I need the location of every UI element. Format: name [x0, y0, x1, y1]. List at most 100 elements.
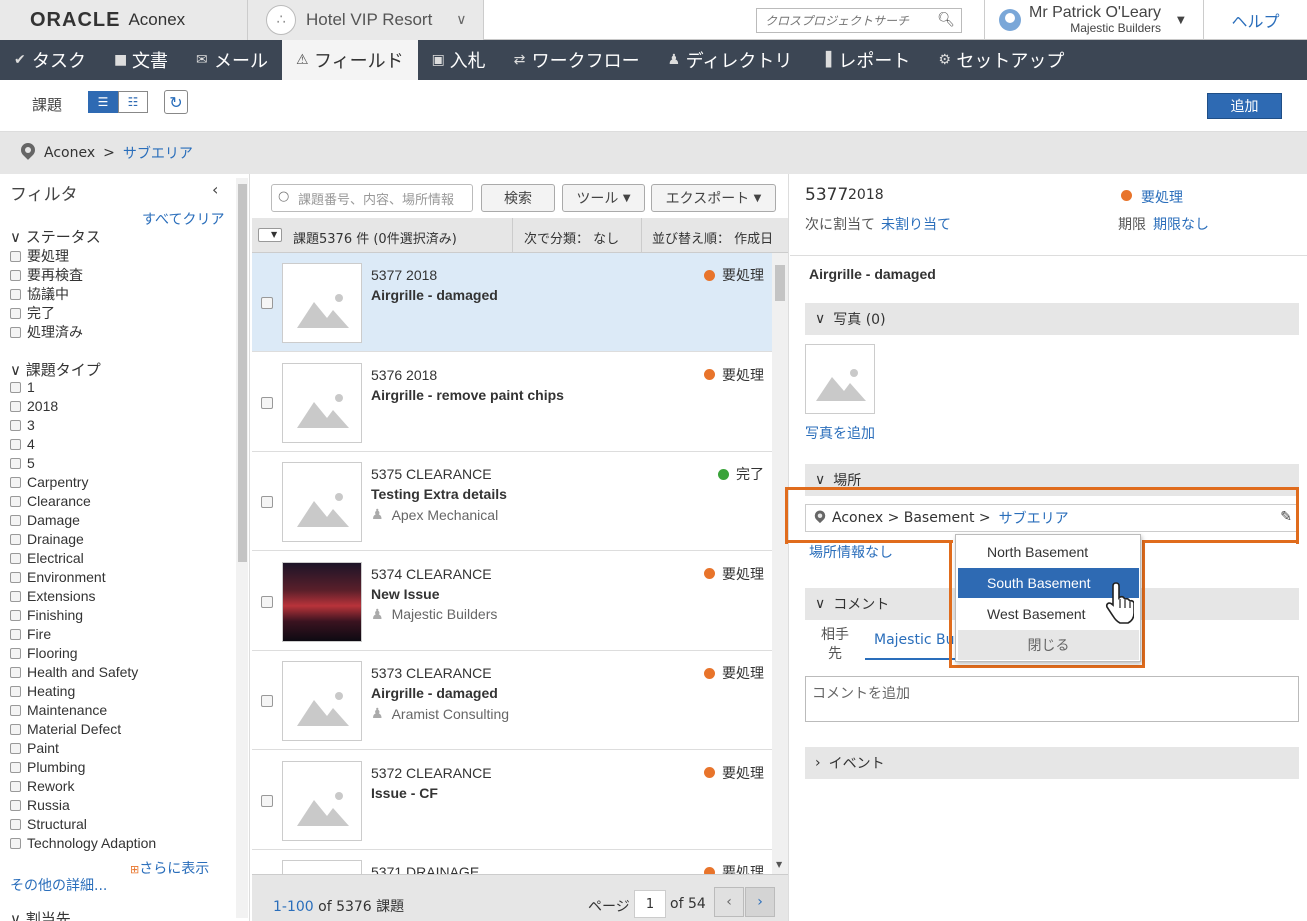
group-by[interactable]: 次で分類： なし — [524, 228, 619, 247]
type-filter-item[interactable]: Fire — [10, 626, 51, 642]
filter-checkbox[interactable] — [10, 742, 21, 754]
nav-mail[interactable]: ✉ メール — [182, 40, 282, 80]
events-section[interactable]: › イベント — [805, 747, 1299, 779]
help-link[interactable]: ヘルプ — [1203, 0, 1307, 40]
status-filter-item[interactable]: 要再検査 — [10, 265, 83, 285]
type-filter-item[interactable]: Technology Adaption — [10, 835, 156, 851]
photo-placeholder[interactable] — [805, 344, 875, 414]
sort-by[interactable]: 並び替え順： 作成日 — [652, 228, 773, 247]
filter-checkbox[interactable] — [10, 250, 21, 262]
comment-textarea[interactable]: コメントを追加 — [805, 676, 1299, 722]
clear-all-link[interactable]: すべてクリア — [142, 209, 224, 229]
issue-row[interactable]: 5377 2018 Airgrille - damaged 要処理 — [252, 253, 772, 352]
status-filter-item[interactable]: 完了 — [10, 303, 55, 323]
filter-checkbox[interactable] — [10, 552, 21, 564]
dropdown-option-north[interactable]: North Basement — [958, 537, 1139, 567]
filter-checkbox[interactable] — [10, 799, 21, 811]
type-filter-item[interactable]: Paint — [10, 740, 59, 756]
filter-checkbox[interactable] — [10, 419, 21, 431]
type-filter-item[interactable]: Finishing — [10, 607, 83, 623]
filter-scrollbar[interactable] — [236, 178, 248, 918]
breadcrumb-link[interactable]: サブエリア — [123, 143, 193, 163]
cross-project-search-input[interactable] — [765, 13, 935, 28]
type-filter-item[interactable]: Structural — [10, 816, 87, 832]
recipient-tab[interactable]: Majestic Buil — [865, 626, 960, 660]
filter-checkbox[interactable] — [10, 381, 21, 393]
page-input[interactable]: 1 — [634, 890, 666, 918]
type-filter-item[interactable]: Electrical — [10, 550, 84, 566]
nav-tasks[interactable]: ✔ タスク — [0, 40, 100, 80]
filter-checkbox[interactable] — [10, 438, 21, 450]
filter-checkbox[interactable] — [10, 307, 21, 319]
show-more-link[interactable]: ⊞さらに表示 — [130, 858, 209, 878]
row-checkbox[interactable] — [261, 496, 273, 508]
filter-checkbox[interactable] — [10, 533, 21, 545]
scroll-down-icon[interactable]: ▼ — [776, 860, 782, 869]
filter-checkbox[interactable] — [10, 269, 21, 281]
scrollbar-thumb[interactable] — [775, 265, 785, 301]
filter-checkbox[interactable] — [10, 457, 21, 469]
type-filter-item[interactable]: Environment — [10, 569, 106, 585]
type-filter-item[interactable]: Clearance — [10, 493, 91, 509]
issue-row[interactable]: 5371 DRAINAGE 要処理 — [252, 850, 772, 874]
row-checkbox[interactable] — [261, 396, 273, 409]
row-checkbox[interactable] — [261, 794, 273, 807]
filter-checkbox[interactable] — [10, 326, 21, 338]
issue-row[interactable]: 5372 CLEARANCE Issue - CF 要処理 — [252, 750, 772, 850]
type-section[interactable]: ∨ 課題タイプ — [10, 359, 101, 380]
filter-checkbox[interactable] — [10, 666, 21, 678]
status-filter-item[interactable]: 協議中 — [10, 284, 69, 304]
issue-row[interactable]: 5376 2018 Airgrille - remove paint chips 要… — [252, 352, 772, 452]
filter-checkbox[interactable] — [10, 818, 21, 830]
type-filter-item[interactable]: Damage — [10, 512, 80, 528]
tools-button[interactable]: ツール ▼ — [562, 184, 645, 212]
more-details-link[interactable]: その他の詳細... — [10, 875, 107, 895]
filter-checkbox[interactable] — [10, 495, 21, 507]
type-filter-item[interactable]: 4 — [10, 436, 35, 452]
export-button[interactable]: エクスポート ▼ — [651, 184, 776, 212]
search-icon[interactable]: 🔍︎ — [937, 12, 955, 28]
type-filter-item[interactable]: Carpentry — [10, 474, 88, 490]
status-section[interactable]: ∨ ステータス — [10, 226, 101, 247]
nav-field[interactable]: ⚠ フィールド — [282, 40, 418, 80]
filter-checkbox[interactable] — [10, 400, 21, 412]
row-checkbox[interactable] — [261, 595, 273, 608]
filter-checkbox[interactable] — [10, 685, 21, 697]
type-filter-item[interactable]: Flooring — [10, 645, 78, 661]
type-filter-item[interactable]: 2018 — [10, 398, 58, 414]
search-button[interactable]: 検索 — [481, 184, 555, 212]
cross-project-search[interactable]: 🔍︎ — [756, 8, 962, 33]
type-filter-item[interactable]: Maintenance — [10, 702, 107, 718]
project-selector[interactable]: ∴ Hotel VIP Resort ∨ — [248, 0, 484, 40]
type-filter-item[interactable]: Plumbing — [10, 759, 85, 775]
list-view-button[interactable]: ☰ — [88, 91, 118, 113]
issue-row[interactable]: 5375 CLEARANCE Testing Extra details ♟ Apex… — [252, 452, 772, 551]
status-value[interactable]: 要処理 — [1141, 187, 1183, 207]
add-button[interactable]: 追加 — [1207, 93, 1282, 119]
filter-checkbox[interactable] — [10, 761, 21, 773]
type-filter-item[interactable]: 5 — [10, 455, 35, 471]
issue-row[interactable]: 5374 CLEARANCE New Issue ♟ Majestic Builder… — [252, 551, 772, 651]
status-filter-item[interactable]: 要処理 — [10, 246, 69, 266]
type-filter-item[interactable]: 3 — [10, 417, 35, 433]
range-link[interactable]: 1-100 — [273, 899, 314, 915]
filter-checkbox[interactable] — [10, 590, 21, 602]
scrollbar-thumb[interactable] — [238, 184, 247, 562]
prev-page-button[interactable]: ‹ — [714, 887, 744, 917]
nav-setup[interactable]: ⚙ セットアップ — [924, 40, 1078, 80]
filter-checkbox[interactable] — [10, 704, 21, 716]
filter-checkbox[interactable] — [10, 723, 21, 735]
aconex-logo[interactable]: ORACLE Aconex — [0, 0, 248, 40]
filter-checkbox[interactable] — [10, 476, 21, 488]
filter-checkbox[interactable] — [10, 647, 21, 659]
no-location-link[interactable]: 場所情報なし — [809, 542, 893, 562]
nav-documents[interactable]: ■ 文書 — [100, 40, 182, 80]
filter-checkbox[interactable] — [10, 514, 21, 526]
filter-checkbox[interactable] — [10, 571, 21, 583]
add-photo-link[interactable]: 写真を追加 — [805, 423, 875, 443]
nav-directory[interactable]: ♟ ディレクトリ — [654, 40, 807, 80]
type-filter-item[interactable]: Rework — [10, 778, 74, 794]
type-filter-item[interactable]: Drainage — [10, 531, 84, 547]
collapse-icon[interactable]: ‹ — [212, 180, 218, 199]
filter-checkbox[interactable] — [10, 609, 21, 621]
